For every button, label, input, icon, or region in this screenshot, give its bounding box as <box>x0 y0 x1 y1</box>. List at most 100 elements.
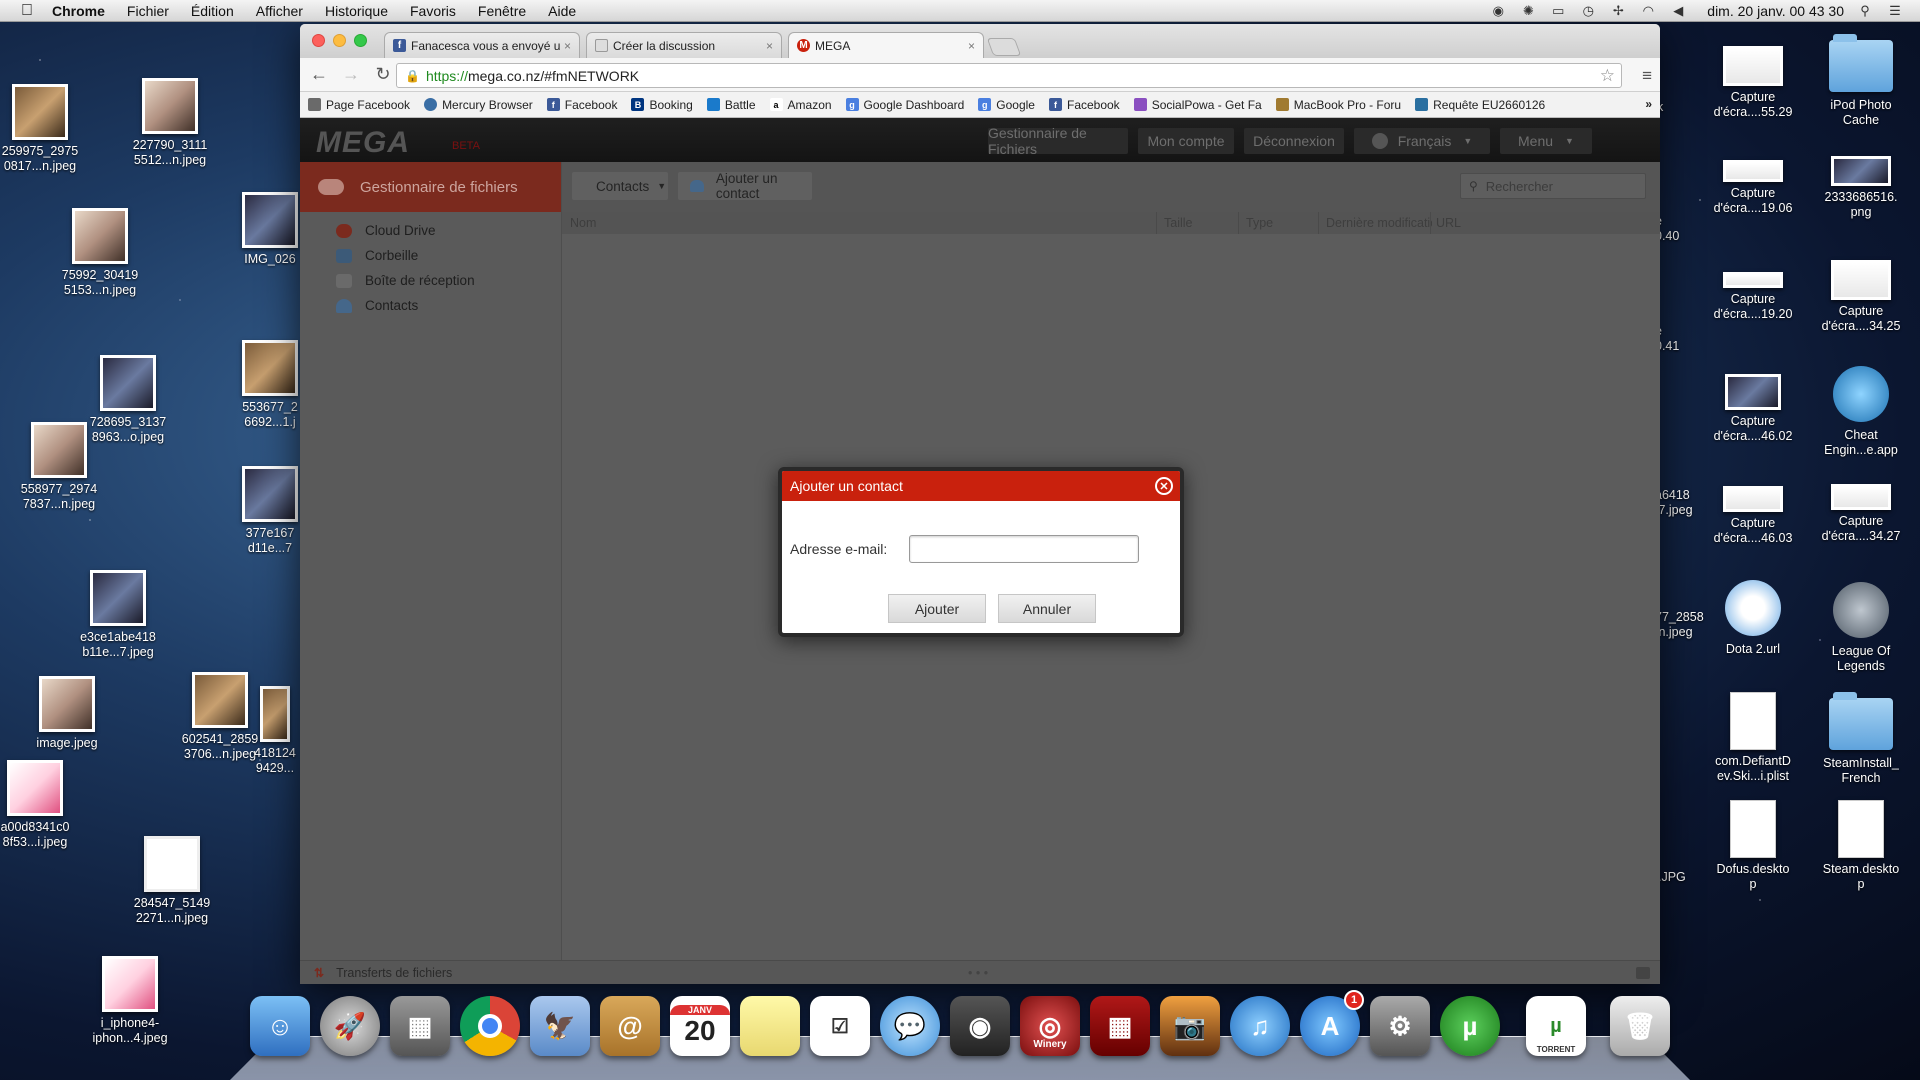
back-icon[interactable]: ← <box>306 63 332 87</box>
desktop-file[interactable]: 2333686516. png <box>1806 156 1916 220</box>
column-size[interactable]: Taille <box>1164 216 1193 230</box>
desktop-file[interactable]: 75992_30419 5153...n.jpeg <box>45 208 155 298</box>
photo-booth-icon[interactable]: ▦ <box>1090 996 1150 1056</box>
bookmarks-overflow-icon[interactable]: » <box>1645 97 1652 111</box>
menu-clock[interactable]: dim. 20 janv. 00 43 30 <box>1707 3 1844 19</box>
reminders-icon[interactable]: ☑ <box>810 996 870 1056</box>
bookmark-item[interactable]: Page Facebook <box>308 98 410 112</box>
transfers-bar[interactable]: ⇅ Transferts de fichiers • • • <box>300 960 1660 984</box>
sidebar-header[interactable]: Gestionnaire de fichiers <box>300 162 561 212</box>
address-bar[interactable]: 🔒 https:// mega.co.nz/#fmNETWORK ☆ <box>396 63 1622 88</box>
torrent-file-icon[interactable]: µ TORRENT <box>1526 996 1586 1056</box>
desktop-file[interactable]: com.DefiantD ev.Ski...i.plist <box>1698 692 1808 784</box>
desktop-file[interactable]: 558977_2974 7837...n.jpeg <box>4 422 114 512</box>
desktop-file[interactable]: 377e167 d11e...7 <box>235 466 305 556</box>
utorrent-icon[interactable]: µ <box>1440 996 1500 1056</box>
chrome-icon[interactable] <box>460 996 520 1056</box>
sidebar-item-trash[interactable]: Corbeille <box>300 243 561 268</box>
itunes-icon[interactable]: ♫ <box>1230 996 1290 1056</box>
nav-account[interactable]: Mon compte <box>1138 128 1234 154</box>
paw-icon[interactable]: ✺ <box>1519 3 1537 18</box>
transfers-toggle-icon[interactable] <box>1636 966 1650 979</box>
desktop-folder[interactable]: SteamInstall_ French <box>1806 692 1916 786</box>
desktop-file[interactable]: Steam.deskto p <box>1806 800 1916 892</box>
messages-icon[interactable]: 💬 <box>880 996 940 1056</box>
image-capture-icon[interactable]: ▦ <box>390 996 450 1056</box>
wifi-icon[interactable]: ◠ <box>1639 3 1657 18</box>
zoom-window-icon[interactable] <box>354 34 367 47</box>
bookmark-item[interactable]: SocialPowa - Get Fa <box>1133 98 1262 112</box>
bookmark-item[interactable]: Requête EU2660126 <box>1415 98 1545 112</box>
desktop-file[interactable]: 284547_5149 2271...n.jpeg <box>117 836 227 926</box>
language-selector[interactable]: Français ▼ <box>1354 128 1490 154</box>
desktop-file[interactable]: Capture d'écra....34.27 <box>1806 484 1916 544</box>
app-store-icon[interactable]: A1 <box>1300 990 1364 1056</box>
bookmark-item[interactable]: Mercury Browser <box>424 98 533 112</box>
chrome-menu-icon[interactable]: ≡ <box>1642 66 1652 86</box>
menu-afficher[interactable]: Afficher <box>256 3 303 19</box>
bookmark-item[interactable]: f Facebook <box>546 98 617 112</box>
desktop-file[interactable]: Dota 2.url <box>1698 580 1808 657</box>
tab-facebook[interactable]: f Fanacesca vous a envoyé un × <box>384 32 580 58</box>
menu-aide[interactable]: Aide <box>548 3 576 19</box>
winery-icon[interactable]: ◎ Winery <box>1020 996 1080 1056</box>
desktop-file[interactable]: 418124 9429... <box>250 686 300 776</box>
bookmark-item[interactable]: g Google Dashboard <box>845 98 964 112</box>
desktop-file[interactable]: image.jpeg <box>12 676 122 751</box>
menu-historique[interactable]: Historique <box>325 3 388 19</box>
bookmark-item[interactable]: B Booking <box>631 98 693 112</box>
search-input[interactable]: ⚲ Rechercher <box>1460 173 1646 199</box>
desktop-file[interactable]: Capture d'écra....19.06 <box>1698 160 1808 216</box>
resize-handle-icon[interactable]: • • • <box>968 966 988 980</box>
facetime-icon[interactable]: ◉ <box>950 996 1010 1056</box>
volume-icon[interactable]: ◀ <box>1669 3 1687 18</box>
finder-icon[interactable]: ☺ <box>250 996 310 1056</box>
desktop-file[interactable]: a6418 .7.jpeg <box>1655 488 1700 518</box>
menu-favoris[interactable]: Favoris <box>410 3 456 19</box>
preview-icon[interactable]: 🦅 <box>530 996 590 1056</box>
nav-file-manager[interactable]: Gestionnaire de Fichiers <box>988 125 1128 157</box>
desktop-file[interactable]: i_iphone4- iphon...4.jpeg <box>75 956 185 1046</box>
contacts-app-icon[interactable]: @ <box>600 996 660 1056</box>
status-icon-1[interactable]: ◉ <box>1489 3 1507 18</box>
desktop-file[interactable]: e 0.41 <box>1655 324 1700 354</box>
desktop-file[interactable]: .JPG <box>1658 870 1703 885</box>
stickies-icon[interactable] <box>740 996 800 1056</box>
add-contact-button[interactable]: Ajouter un contact <box>678 171 812 201</box>
iphoto-icon[interactable]: 📷 <box>1160 996 1220 1056</box>
desktop-file[interactable]: Dofus.deskto p <box>1698 800 1808 892</box>
menu-fichier[interactable]: Fichier <box>127 3 169 19</box>
trash-icon[interactable]: 🗑 <box>1610 996 1670 1056</box>
column-modified[interactable]: Dernière modificatio <box>1326 216 1432 230</box>
desktop-file[interactable]: 553677_2 6692...1.j <box>235 340 305 430</box>
desktop-app[interactable]: Cheat Engin...e.app <box>1806 366 1916 458</box>
minimize-window-icon[interactable] <box>333 34 346 47</box>
spotlight-icon[interactable]: ⚲ <box>1856 3 1874 18</box>
desktop-app[interactable]: League Of Legends <box>1806 582 1916 674</box>
time-machine-icon[interactable]: ◷ <box>1579 3 1597 18</box>
desktop-file[interactable]: Capture d'écra....19.20 <box>1698 272 1808 322</box>
bookmark-item[interactable]: a Amazon <box>769 98 832 112</box>
menu-button[interactable]: Menu ▼ <box>1500 128 1592 154</box>
desktop-file[interactable]: e 0.40 <box>1655 214 1700 244</box>
desktop-file[interactable]: 227790_3111 5512...n.jpeg <box>115 78 225 168</box>
bluetooth-icon[interactable]: ✢ <box>1609 3 1627 18</box>
tab-close-icon[interactable]: × <box>968 39 975 53</box>
desktop-file[interactable]: IMG_026 <box>235 192 305 267</box>
mega-logo[interactable]: MEGA <box>316 126 410 160</box>
column-name[interactable]: Nom <box>570 216 596 230</box>
email-field[interactable] <box>909 535 1139 563</box>
menu-fenetre[interactable]: Fenêtre <box>478 3 526 19</box>
tab-mega[interactable]: M MEGA × <box>788 32 984 58</box>
desktop-file[interactable]: Capture d'écra....46.03 <box>1698 486 1808 546</box>
airplay-icon[interactable]: ▭ <box>1549 3 1567 18</box>
tab-close-icon[interactable]: × <box>564 39 571 53</box>
bookmark-star-icon[interactable]: ☆ <box>1600 66 1615 86</box>
nav-logout[interactable]: Déconnexion <box>1244 128 1344 154</box>
sidebar-item-inbox[interactable]: Boîte de réception <box>300 268 561 293</box>
tab-close-icon[interactable]: × <box>766 39 773 53</box>
desktop-file[interactable]: Capture d'écra....34.25 <box>1806 260 1916 334</box>
notification-center-icon[interactable]: ☰ <box>1886 3 1904 18</box>
tab-creer-discussion[interactable]: Créer la discussion × <box>586 32 782 58</box>
close-icon[interactable]: ✕ <box>1155 477 1173 495</box>
